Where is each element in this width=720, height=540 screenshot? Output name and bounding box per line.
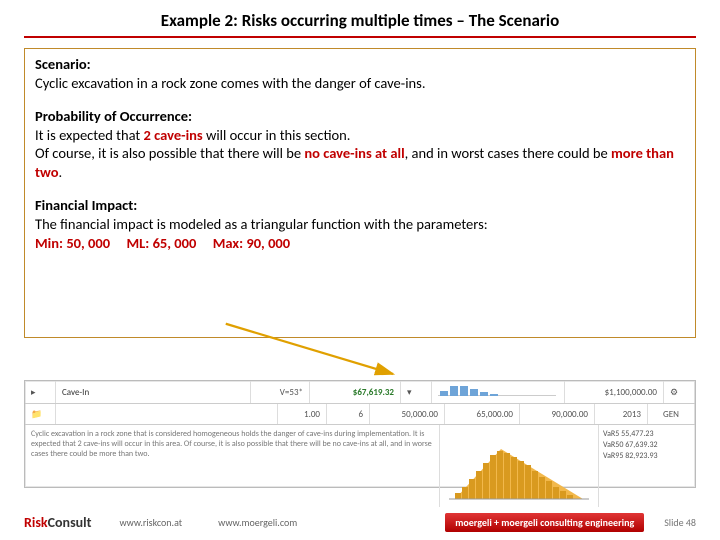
param-b: 6	[327, 404, 370, 424]
scenario-text: Cyclic excavation in a rock zone comes w…	[35, 74, 685, 93]
label-min: Min:	[35, 234, 63, 252]
var50: VaR50 67,639.32	[603, 440, 691, 451]
label-ml: ML:	[126, 234, 149, 252]
mean-value: $67,619.32	[310, 381, 401, 403]
risk-name-cell: Cave-In	[56, 381, 251, 403]
scenario-heading: Scenario:	[35, 55, 91, 73]
var95: VaR95 82,923.93	[603, 451, 691, 462]
var-panel: VaR5 55,477.23 VaR50 67,639.32 VaR95 82,…	[599, 425, 695, 507]
footer: RiskConsult www.riskcon.at www.moergeli.…	[24, 512, 696, 532]
highlight-2-caveins: 2 cave-ins	[144, 126, 203, 144]
logo-riskconsult: RiskConsult	[24, 514, 91, 531]
param-a: 1.00	[278, 404, 327, 424]
moergeli-badge: moergeli + moergeli consulting engineeri…	[445, 513, 644, 532]
highlight-no-caveins: no cave-ins at all	[304, 144, 404, 162]
app-params-row: 📁 1.00 6 50,000.00 65,000.00 90,000.00 2…	[25, 404, 695, 425]
gear-icon[interactable]: ⚙	[664, 381, 695, 403]
footer-link-1[interactable]: www.riskcon.at	[119, 516, 182, 529]
expand-icon[interactable]: ▸	[25, 381, 56, 403]
app-body-row: Cyclic excavation in a rock zone that is…	[25, 425, 695, 507]
label-max: Max:	[213, 234, 243, 252]
text: Of course, it is also possible that ther…	[35, 144, 304, 162]
financial-params: Min: 50, 000 ML: 65, 000 Max: 90, 000	[35, 234, 685, 253]
param-min: 50,000.00	[370, 404, 445, 424]
v-label: V=53*	[251, 381, 310, 403]
param-year: 2013	[595, 404, 648, 424]
value-max: 90, 000	[246, 234, 290, 252]
risk-description: Cyclic excavation in a rock zone that is…	[25, 425, 440, 507]
scenario-box: Scenario: Cyclic excavation in a rock zo…	[24, 48, 696, 338]
probability-line2: Of course, it is also possible that ther…	[35, 144, 685, 182]
text: .	[59, 163, 63, 181]
value-ml: 65, 000	[153, 234, 197, 252]
param-ml: 65,000.00	[445, 404, 520, 424]
text: will occur in this section.	[203, 126, 351, 144]
title-underline	[24, 36, 696, 38]
param-max: 90,000.00	[520, 404, 595, 424]
mean-chevron-icon[interactable]: ▾	[401, 381, 432, 403]
app-screenshot: ▸ Cave-In V=53* $67,619.32 ▾ $1,100,000.…	[24, 380, 696, 488]
logo-part-a: Risk	[24, 514, 48, 531]
spacer	[56, 404, 278, 424]
text: It is expected that	[35, 126, 144, 144]
right-money: $1,100,000.00	[565, 381, 664, 403]
footer-link-2[interactable]: www.moergeli.com	[218, 516, 297, 529]
text: , and in worst cases there could be	[405, 144, 611, 162]
sparkline	[432, 381, 565, 403]
financial-heading: Financial Impact:	[35, 196, 137, 214]
param-gen: GEN	[648, 404, 695, 424]
logo-part-b: Consult	[48, 514, 92, 531]
row-icon: 📁	[25, 404, 56, 424]
probability-heading: Probability of Occurrence:	[35, 107, 192, 125]
app-header-row: ▸ Cave-In V=53* $67,619.32 ▾ $1,100,000.…	[25, 381, 695, 404]
slide-number: Slide 48	[664, 516, 696, 529]
financial-text: The financial impact is modeled as a tri…	[35, 215, 685, 234]
slide-title: Example 2: Risks occurring multiple time…	[0, 10, 720, 31]
probability-line1: It is expected that 2 cave-ins will occu…	[35, 126, 685, 145]
triangular-chart	[440, 425, 599, 507]
var5: VaR5 55,477.23	[603, 429, 691, 440]
value-min: 50, 000	[66, 234, 110, 252]
